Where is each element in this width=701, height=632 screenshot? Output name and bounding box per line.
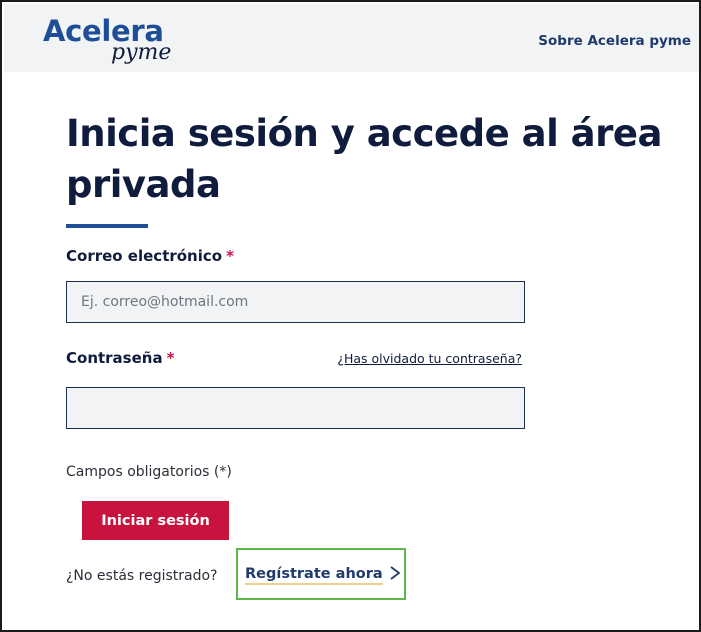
password-label: Contraseña * [66,349,174,367]
chevron-right-icon [389,566,401,584]
password-required-mark: * [166,349,175,367]
acelera-pyme-logo[interactable]: Acelera pyme [43,12,183,68]
login-button[interactable]: Iniciar sesión [82,501,229,540]
register-link[interactable]: Regístrate ahora [245,566,401,585]
title-underline [66,224,148,228]
register-link-text: Regístrate ahora [245,566,383,585]
required-fields-note: Campos obligatorios (*) [66,464,232,480]
email-field[interactable] [66,281,525,323]
logo-sub-text: pyme [111,40,172,65]
email-label-text: Correo electrónico [66,247,223,265]
page-title: Inicia sesión y accede al área privada [66,112,662,206]
forgot-password-link[interactable]: ¿Has olvidado tu contraseña? [337,351,522,366]
site-header: Acelera pyme Sobre Acelera pyme [4,4,699,72]
browser-frame: Acelera pyme Sobre Acelera pyme Inicia s… [0,0,701,632]
email-label: Correo electrónico * [66,247,234,265]
nav-link-about[interactable]: Sobre Acelera pyme [538,33,691,49]
password-label-text: Contraseña [66,349,163,367]
email-required-mark: * [226,247,234,265]
password-field[interactable] [66,387,525,429]
register-prompt: ¿No estás registrado? [66,568,218,584]
